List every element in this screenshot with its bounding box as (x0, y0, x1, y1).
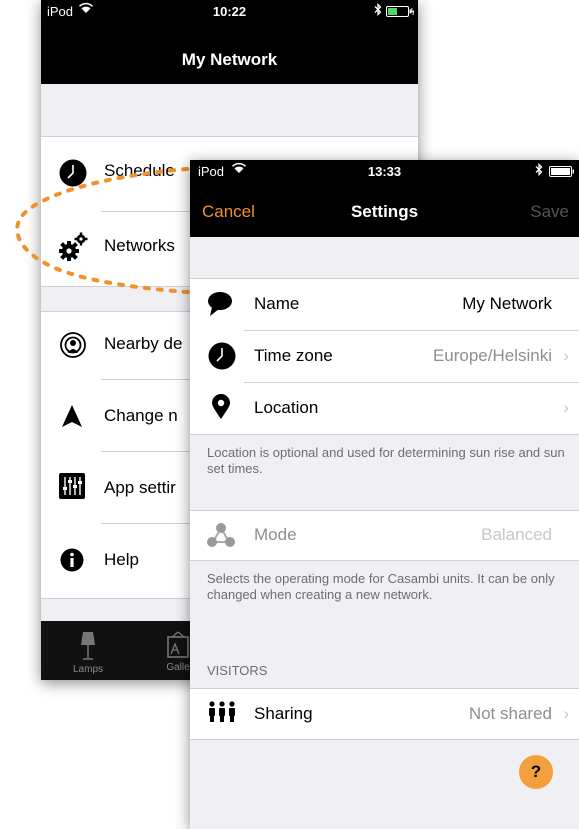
help-button[interactable]: ? (519, 755, 553, 789)
name-value: My Network (462, 294, 552, 313)
mode-label: Mode (254, 525, 297, 544)
menu-item-label: Networks (104, 236, 175, 255)
speech-bubble-icon (207, 291, 233, 322)
timezone-value: Europe/Helsinki (432, 346, 552, 365)
location-pin-icon (211, 394, 231, 425)
location-label: Location (254, 398, 319, 417)
clock-icon (59, 159, 87, 192)
name-label: Name (254, 294, 300, 313)
info-icon (60, 548, 84, 577)
status-bar: iPod 13:33 (190, 160, 579, 182)
nearby-icon (59, 332, 87, 363)
status-time: 10:22 (212, 4, 247, 19)
mode-note: Selects the operating mode for Casambi u… (207, 571, 555, 602)
menu-item-label: Schedule (104, 161, 175, 180)
name-row[interactable]: Name My Network (190, 278, 579, 330)
battery-icon (386, 5, 415, 20)
nav-bar: My Network (41, 22, 418, 84)
lamp-icon (53, 631, 123, 664)
location-row[interactable]: Location › (190, 382, 579, 434)
save-button[interactable]: Save (530, 202, 569, 222)
settings-phone-screen: iPod 13:33 Cancel Settings Save Name My … (190, 160, 579, 829)
sharing-row[interactable]: Sharing Not shared › (190, 688, 579, 739)
location-note: Location is optional and used for determ… (207, 445, 565, 476)
gears-icon (57, 231, 89, 268)
timezone-row[interactable]: Time zone Europe/Helsinki › (190, 330, 579, 382)
tab-label: Lamps (72, 664, 103, 675)
chevron-right-icon: › (563, 704, 569, 723)
status-time: 13:33 (367, 164, 402, 179)
chevron-right-icon: › (563, 398, 569, 417)
network-nodes-icon (207, 522, 235, 553)
tab-lamps[interactable]: Lamps (53, 621, 123, 675)
sliders-icon (59, 473, 85, 504)
sharing-value: Not shared (468, 704, 552, 723)
menu-item-label: App settir (104, 478, 176, 497)
page-title: My Network (181, 50, 278, 69)
menu-item-label: Nearby de (104, 334, 183, 353)
nav-bar: Cancel Settings Save (190, 182, 579, 237)
mode-row: Mode Balanced (190, 510, 579, 560)
status-bar: iPod 10:22 (41, 0, 418, 22)
chevron-right-icon: › (563, 346, 569, 365)
page-title: Settings (350, 202, 419, 221)
bluetooth-icon (374, 2, 382, 19)
mode-value: Balanced (481, 525, 552, 544)
clock-icon (208, 342, 236, 375)
battery-icon (549, 165, 575, 180)
sharing-label: Sharing (254, 704, 313, 723)
people-icon (207, 701, 237, 728)
navigation-arrow-icon (61, 404, 83, 433)
timezone-label: Time zone (254, 346, 333, 365)
menu-item-label: Help (104, 550, 139, 569)
menu-item-label: Change n (104, 406, 178, 425)
bluetooth-icon (535, 162, 543, 179)
visitors-section-header: VISITORS (207, 663, 268, 678)
